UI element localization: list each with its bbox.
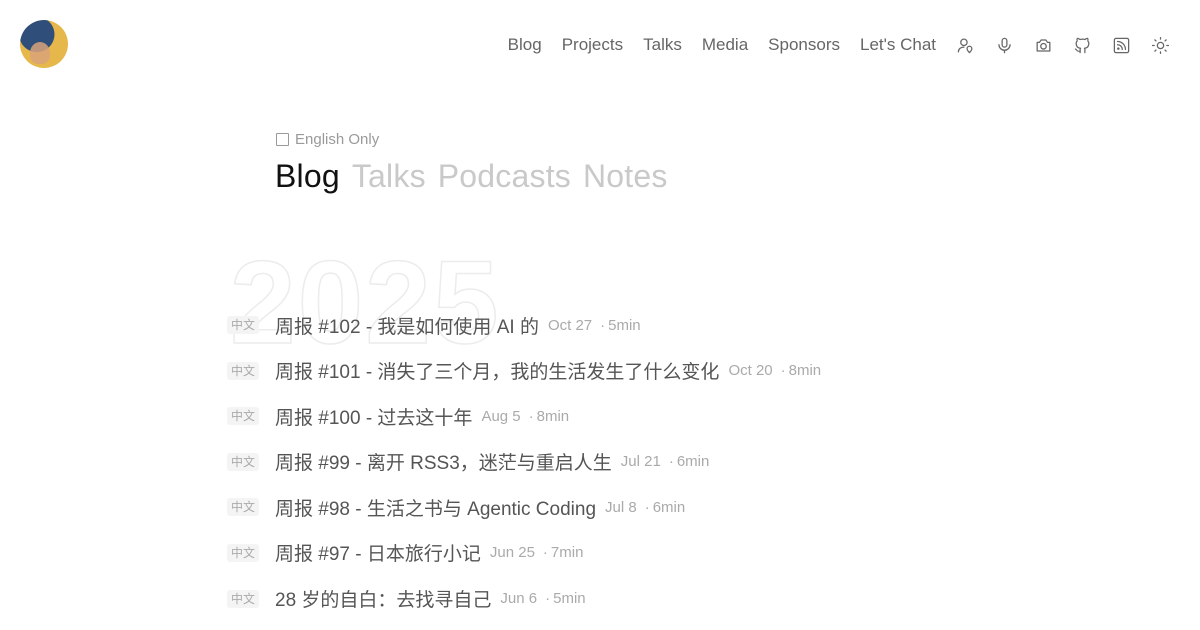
separator-dot: · xyxy=(542,544,548,562)
post-duration: 5min xyxy=(553,590,586,608)
language-badge: 中文 xyxy=(227,589,259,608)
language-badge: 中文 xyxy=(227,543,259,562)
post-item[interactable]: 中文 周报 #100 - 过去这十年 Aug 5 · 8min xyxy=(227,402,1200,430)
rss-icon[interactable] xyxy=(1111,35,1131,55)
language-badge: 中文 xyxy=(227,498,259,517)
post-duration: 6min xyxy=(676,453,710,471)
nav-projects[interactable]: Projects xyxy=(562,30,623,60)
post-date: Oct 20 xyxy=(728,362,773,380)
separator-dot: · xyxy=(644,498,650,516)
tab-blog[interactable]: Blog xyxy=(275,154,340,198)
english-only-checkbox[interactable] xyxy=(276,133,289,146)
nav-blog[interactable]: Blog xyxy=(508,30,542,60)
tab-notes[interactable]: Notes xyxy=(583,154,668,198)
language-badge: 中文 xyxy=(227,452,259,471)
post-date: Jul 8 xyxy=(605,498,637,516)
english-only-label: English Only xyxy=(295,131,380,148)
post-date: Jul 21 xyxy=(620,453,661,471)
nav-media[interactable]: Media xyxy=(702,30,748,60)
nav-talks[interactable]: Talks xyxy=(643,30,682,60)
post-item[interactable]: 中文 28 岁的自白：去找寻自己 Jun 6 · 5min xyxy=(227,585,1200,613)
microphone-icon[interactable] xyxy=(994,35,1014,55)
post-item[interactable]: 中文 周报 #102 - 我是如何使用 AI 的 Oct 27 · 5min xyxy=(227,311,1200,339)
separator-dot: · xyxy=(600,316,606,334)
separator-dot: · xyxy=(528,407,534,425)
user-location-icon[interactable] xyxy=(955,35,975,55)
post-title[interactable]: 周报 #102 - 我是如何使用 AI 的 xyxy=(275,312,539,339)
post-title[interactable]: 周报 #97 - 日本旅行小记 xyxy=(275,539,481,566)
language-badge: 中文 xyxy=(227,361,259,380)
post-item[interactable]: 中文 周报 #97 - 日本旅行小记 Jun 25 · 7min xyxy=(227,539,1200,567)
post-item[interactable]: 中文 周报 #98 - 生活之书与 Agentic Coding Jul 8 ·… xyxy=(227,493,1200,521)
post-title[interactable]: 28 岁的自白：去找寻自己 xyxy=(275,585,491,612)
post-duration: 8min xyxy=(536,407,570,425)
post-date: Jun 6 xyxy=(500,590,538,608)
post-item[interactable]: 中文 周报 #99 - 离开 RSS3，迷茫与重启人生 Jul 21 · 6mi… xyxy=(227,448,1200,476)
top-nav: Blog Projects Talks Media Sponsors Let's… xyxy=(488,30,1170,60)
post-title[interactable]: 周报 #98 - 生活之书与 Agentic Coding xyxy=(275,494,596,521)
post-title[interactable]: 周报 #100 - 过去这十年 xyxy=(275,403,472,430)
content-tabs: Blog Talks Podcasts Notes xyxy=(275,154,668,198)
language-badge: 中文 xyxy=(227,407,259,426)
tab-podcasts[interactable]: Podcasts xyxy=(438,154,571,198)
camera-icon[interactable] xyxy=(1033,35,1053,55)
post-duration: 8min xyxy=(788,362,822,380)
nav-lets-chat[interactable]: Let's Chat xyxy=(860,30,936,60)
separator-dot: · xyxy=(545,590,551,608)
post-list: 中文 周报 #102 - 我是如何使用 AI 的 Oct 27 · 5min 中… xyxy=(227,311,1200,630)
github-icon[interactable] xyxy=(1072,35,1092,55)
language-badge: 中文 xyxy=(227,316,259,334)
sun-icon[interactable] xyxy=(1150,35,1170,55)
post-date: Jun 25 xyxy=(489,544,535,562)
post-item[interactable]: 中文 周报 #101 - 消失了三个月，我的生活发生了什么变化 Oct 20 ·… xyxy=(227,357,1200,385)
post-date: Oct 27 xyxy=(547,316,593,334)
post-duration: 6min xyxy=(652,498,686,516)
post-title[interactable]: 周报 #101 - 消失了三个月，我的生活发生了什么变化 xyxy=(275,357,719,384)
avatar[interactable] xyxy=(20,20,68,68)
post-duration: 5min xyxy=(608,316,641,334)
post-date: Aug 5 xyxy=(481,407,521,425)
tab-talks[interactable]: Talks xyxy=(352,154,426,198)
post-title[interactable]: 周报 #99 - 离开 RSS3，迷茫与重启人生 xyxy=(275,448,612,475)
nav-sponsors[interactable]: Sponsors xyxy=(768,30,840,60)
post-duration: 7min xyxy=(550,544,584,562)
separator-dot: · xyxy=(668,453,674,471)
english-only-filter[interactable]: English Only xyxy=(276,131,379,148)
separator-dot: · xyxy=(780,362,786,380)
